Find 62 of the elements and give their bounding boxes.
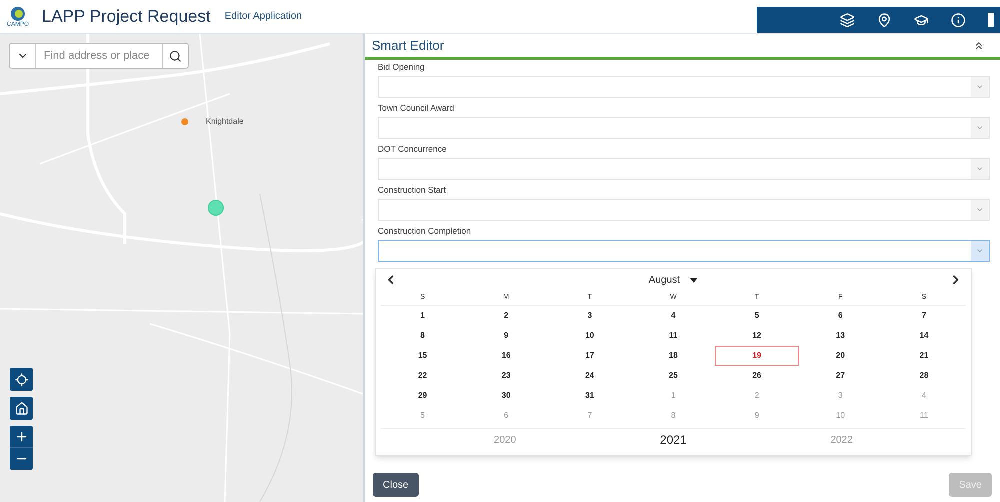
map[interactable]: Knightdale Find address or place [0, 34, 363, 502]
day-cell[interactable]: 1 [381, 306, 465, 326]
search-field[interactable]: Find address or place [9, 43, 189, 69]
day-cell[interactable]: 27 [798, 366, 882, 386]
day-cell[interactable]: 8 [381, 326, 465, 346]
day-cell[interactable]: 25 [632, 366, 716, 386]
app-subtitle: Editor Application [224, 10, 302, 24]
date-field[interactable] [378, 240, 990, 262]
field-label: DOT Concurrence [378, 143, 448, 155]
field-label: Bid Opening [378, 61, 426, 73]
app-title: LAPP Project Request [42, 6, 211, 28]
collapse-icon[interactable] [973, 40, 985, 52]
day-cell[interactable]: 9 [464, 326, 548, 346]
day-cell[interactable]: 21 [882, 346, 966, 366]
field-label: Construction Start [378, 184, 448, 196]
day-cell[interactable]: 14 [882, 326, 966, 346]
day-cell[interactable]: 2 [464, 306, 548, 326]
home-button[interactable] [10, 397, 33, 420]
day-cell[interactable]: 19 [715, 346, 799, 366]
day-cell[interactable]: 26 [715, 366, 799, 386]
day-cell[interactable]: 10 [548, 326, 632, 346]
day-cell[interactable]: 3 [548, 306, 632, 326]
map-pin-icon[interactable] [877, 12, 892, 28]
zoom-in-button[interactable] [10, 426, 33, 448]
day-cell[interactable]: 12 [715, 326, 799, 346]
day-cell[interactable]: 18 [632, 346, 716, 366]
locate-icon[interactable] [14, 372, 28, 386]
day-cell[interactable]: 31 [548, 386, 632, 406]
day-cell[interactable]: 29 [381, 386, 465, 406]
day-cell[interactable]: 6 [798, 306, 882, 326]
day-cell[interactable]: 13 [798, 326, 882, 346]
home-icon[interactable] [14, 402, 28, 416]
year-option[interactable]: 2021 [660, 429, 687, 451]
action-button[interactable]: Close [373, 473, 419, 497]
search-icon[interactable] [169, 50, 182, 62]
zoom-in-icon[interactable] [14, 430, 28, 444]
day-cell[interactable]: 20 [798, 346, 882, 366]
search-input[interactable]: Find address or place [36, 48, 162, 64]
day-cell[interactable]: 24 [548, 366, 632, 386]
day-cell[interactable]: 16 [464, 346, 548, 366]
day-cell[interactable]: 4 [632, 306, 716, 326]
day-cell[interactable]: 17 [548, 346, 632, 366]
day-cell[interactable]: 7 [882, 306, 966, 326]
day-cell[interactable]: 28 [882, 366, 966, 386]
month-select[interactable]: August [648, 272, 680, 288]
day-cell[interactable]: 15 [381, 346, 465, 366]
panel-title: Smart Editor [372, 36, 444, 55]
day-cell[interactable]: 23 [464, 366, 548, 386]
graduation-cap-icon[interactable] [914, 12, 929, 28]
layers-icon[interactable] [840, 12, 855, 28]
day-cell[interactable]: 22 [381, 366, 465, 386]
field-label: Town Council Award [378, 102, 456, 114]
locate-button[interactable] [10, 368, 33, 391]
info-icon[interactable] [951, 12, 966, 28]
caret-icon[interactable] [690, 278, 698, 282]
day-cell[interactable]: 11 [632, 326, 716, 346]
map-place-label: Knightdale [206, 116, 244, 128]
logo-icon [10, 6, 26, 22]
field-label: Construction Completion [378, 225, 472, 237]
zoom-out-button[interactable] [10, 448, 33, 470]
day-cell[interactable]: 30 [464, 386, 548, 406]
day-cell[interactable]: 5 [715, 306, 799, 326]
